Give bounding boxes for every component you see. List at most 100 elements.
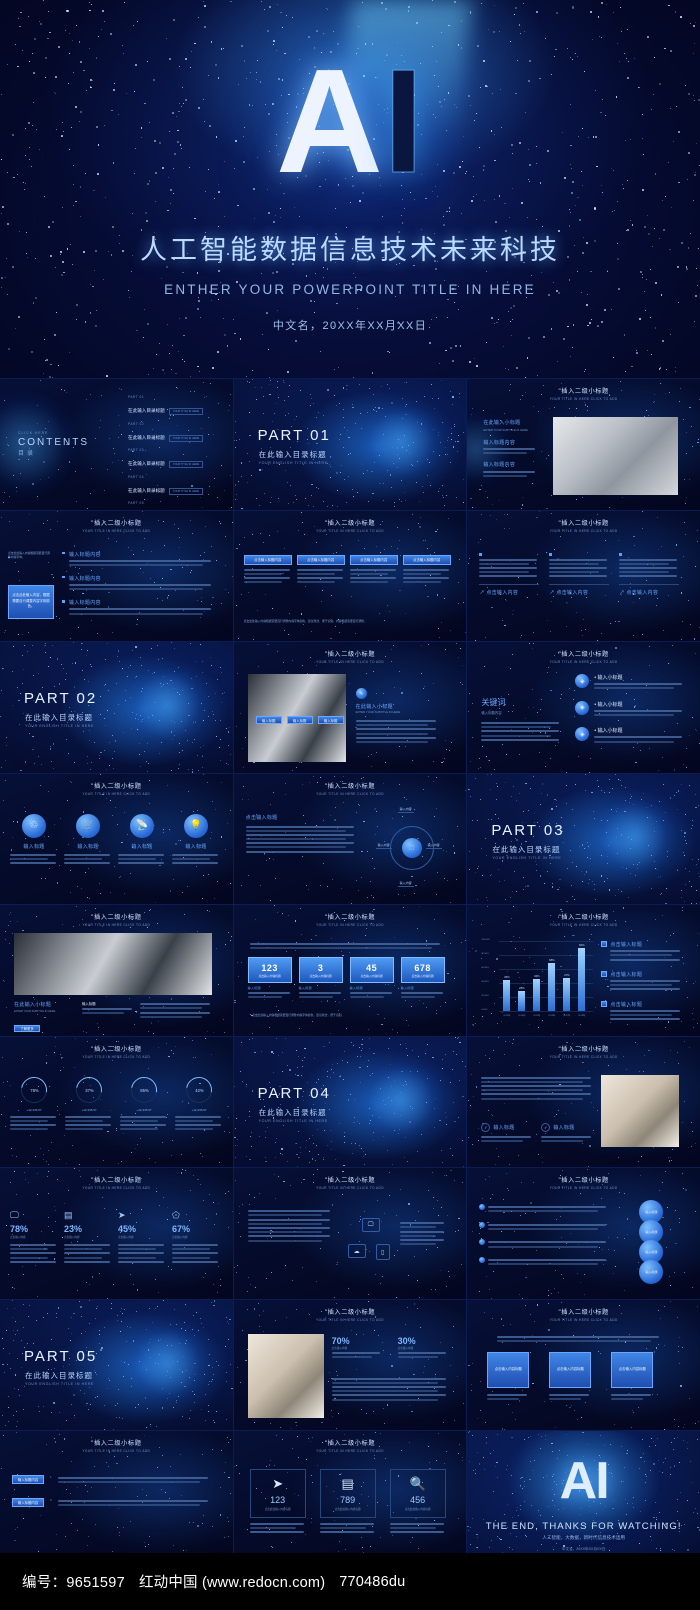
column-link[interactable]: ↗ 点击输入内容 <box>479 589 539 596</box>
slide-heading: "插入二级小标题 YOUR TITLE IN HERE CLICK TO ADD <box>0 518 233 533</box>
note-title: 点击输入标题 <box>610 1001 643 1008</box>
toc-item-4[interactable]: PART 04 在此输入目录标题 YOUR TITLE IN HERE <box>128 475 213 497</box>
icon-stat-box[interactable]: ▤ 789 点击此处输入内容标题 <box>319 1469 376 1518</box>
shopping-icon[interactable]: 🛒 <box>76 813 100 838</box>
chip-label[interactable]: 点击输入标题内容 <box>243 554 292 565</box>
stat-col-4: 678 点击输入内容标题 输入标题 <box>400 957 445 1001</box>
diagram-node-4[interactable]: 输入内容 <box>425 842 442 849</box>
slide-thumb-four-chips[interactable]: "插入二级小标题 YOUR TITLE IN HERE CLICK TO ADD 点… <box>233 510 467 641</box>
toc-item-1[interactable]: PART 01 在此输入目录标题 YOUR TITLE IN HERE <box>128 395 213 417</box>
stat-label: 输入标题 <box>349 986 363 990</box>
slide-heading-title: "插入二级小标题 <box>324 1308 376 1316</box>
diagram-node-2[interactable]: 输入内容 <box>397 880 414 887</box>
diagram-area: 🖵 ☁ ▯ <box>344 1216 448 1272</box>
slide-heading-subtitle: YOUR TITLE IN HERE CLICK TO ADD <box>316 660 384 664</box>
column-link[interactable]: ↗ 点击输入内容 <box>549 589 609 596</box>
slide-thumb-photo-tablet[interactable]: "插入二级小标题 YOUR TITLE IN HERE CLICK TO ADD 在… <box>467 379 700 510</box>
card-box[interactable]: 点击输入内容标题 <box>487 1351 530 1388</box>
slide-heading-subtitle: YOUR TITLE IN HERE CLICK TO ADD <box>549 1054 618 1059</box>
chip-label[interactable]: 点击输入标题内容 <box>349 554 398 565</box>
icon-stat-box[interactable]: ➤ 123 点击此处输入内容标题 <box>249 1469 306 1518</box>
part-number: PART 01 <box>257 427 331 444</box>
donut-col-3: 85% +12,345.67 <box>120 1071 168 1133</box>
slide-heading: "插入二级小标题 YOUR TITLE IN HERE CLICK TO ADD <box>0 1175 233 1190</box>
slide-thumb-tag-list[interactable]: "插入二级小标题 YOUR TITLE IN HERE CLICK TO ADD 输… <box>0 1431 233 1562</box>
slide-thumb-donuts-4[interactable]: "插入二级小标题 YOUR TITLE IN HERE CLICK TO ADD 7… <box>0 1036 233 1167</box>
slide-thumb-pct-icons[interactable]: "插入二级小标题 YOUR TITLE IN HERE CLICK TO ADD 🖵… <box>0 1168 233 1299</box>
column-link[interactable]: ↗ 点击输入内容 <box>619 589 679 596</box>
recycle-icon[interactable]: ♲ <box>22 813 46 838</box>
diagram-area: ⬚ 输入内容 输入内容 输入内容 输入内容 <box>375 804 450 894</box>
pct-value: 78% <box>10 1224 29 1234</box>
slide-heading: "插入二级小标题 YOUR TITLE IN HERE CLICK TO ADD <box>0 1044 233 1059</box>
diagram-node-1[interactable]: 输入内容 <box>397 806 414 813</box>
photo-caption: 在此输入小标题 ENTER YOUR SUBTITLE IN HERE <box>14 1001 76 1013</box>
cloud-icon[interactable]: ☁ <box>347 1244 366 1258</box>
bubble-4[interactable]: 输入标题 <box>639 1260 664 1284</box>
slide-thumb-part01[interactable]: PART 01 在此输入目录标题 YOUR ENGLISH TITLE IN HER… <box>233 379 467 510</box>
slide-heading-subtitle: YOUR TITLE IN HERE CLICK TO ADD <box>316 1186 384 1190</box>
cover-subtitle: ENTHER YOUR POWERPOINT TITLE IN HERE <box>164 282 536 297</box>
toc-item-5[interactable]: PART 05在此输入目录标题YOUR TITLE IN HERE <box>128 501 213 509</box>
chip-label[interactable]: 点击输入标题内容 <box>402 554 451 565</box>
diagram-center-node[interactable]: ⬚ <box>401 837 422 858</box>
slide-thumb-three-cards[interactable]: "插入二级小标题 YOUR TITLE IN HERE CLICK TO ADD 点… <box>467 1299 700 1430</box>
card-box[interactable]: 点击输入内容标题 <box>611 1351 654 1388</box>
slide-thumb-bullets-left[interactable]: "插入二级小标题 YOUR TITLE IN HERE CLICK TO ADD 点… <box>0 510 233 641</box>
slide-thumb-content[interactable]: CLICK HERE CONTENTS 目录 PART 01 在此输入目录标题 YOUR … <box>0 379 233 510</box>
slide-heading-title: "插入二级小标题 <box>91 519 142 527</box>
stat-box[interactable]: 123 点击输入内容标题 <box>247 957 292 983</box>
slide-thumb-cloud-diagram[interactable]: "插入二级小标题 YOUR TITLE IN HERE CLICK TO ADD 🖵… <box>233 1168 467 1299</box>
toc-item-3[interactable]: PART 03 在此输入目录标题 YOUR TITLE IN HERE <box>128 448 213 470</box>
slide-thumb-end[interactable]: AI THE END, THANKS FOR WATCHING! 人工智能，大数据，… <box>467 1431 700 1562</box>
row-tag[interactable]: 输入标题内容 <box>12 1497 44 1507</box>
part-title-en: YOUR ENGLISH TITLE IN HERE <box>25 724 95 728</box>
diagram-node-3[interactable]: 输入内容 <box>375 842 392 849</box>
pct-value: 45% <box>118 1224 137 1234</box>
slide-thumb-part02[interactable]: PART 02 在此输入目录标题 YOUR ENGLISH TITLE IN HER… <box>0 642 233 773</box>
stat-box[interactable]: 678 点击输入内容标题 <box>400 957 445 983</box>
photo-tag-3[interactable]: 输入标题 <box>317 716 344 724</box>
slide-thumb-photo-arch[interactable]: "插入二级小标题 YOUR TITLE IN HERE CLICK TO ADD 在… <box>0 905 233 1036</box>
end-title: THE END, THANKS FOR WATCHING! <box>485 1521 682 1532</box>
icon-stat-box[interactable]: 🔍 456 点击此处输入内容标题 <box>389 1469 446 1518</box>
slide-thumb-stats-4[interactable]: "插入二级小标题 YOUR TITLE IN HERE CLICK TO ADD 1… <box>233 905 467 1036</box>
bulb-icon[interactable]: 💡 <box>184 813 208 838</box>
icon-stat-caption: 点击此处输入内容标题 <box>264 1508 291 1511</box>
device-icon[interactable]: ▯ <box>375 1244 390 1260</box>
slide-thumb-center-diagram[interactable]: "插入二级小标题 YOUR TITLE IN HERE CLICK TO ADD 点… <box>233 773 467 904</box>
slide-thumb-part03[interactable]: PART 03 在此输入目录标题 YOUR ENGLISH TITLE IN HER… <box>467 773 700 904</box>
slide-thumb-photo-monitor[interactable]: "插入二级小标题 YOUR TITLE IN HERE CLICK TO ADD ✓… <box>467 1036 700 1167</box>
slide-thumb-bar-chart[interactable]: "插入二级小标题 YOUR TITLE IN HERE CLICK TO ADD 1… <box>467 905 700 1036</box>
chart-note-3: 点击输入标题 <box>601 1000 681 1023</box>
slide-thumb-icon-stats-3[interactable]: "插入二级小标题 YOUR TITLE IN HERE CLICK TO ADD ➤… <box>233 1431 467 1562</box>
card-box[interactable]: 点击输入内容标题 <box>549 1351 592 1388</box>
slide-thumb-three-col[interactable]: "插入二级小标题 YOUR TITLE IN HERE CLICK TO ADD ↗… <box>467 510 700 641</box>
slide-thumb-bubbles[interactable]: "插入二级小标题 YOUR TITLE IN HERE CLICK TO ADD 输… <box>467 1168 700 1299</box>
slide-thumb-keywords[interactable]: "插入二级小标题 YOUR TITLE IN HERE CLICK TO ADD 关… <box>467 642 700 773</box>
circle-label: 输入标题 <box>23 843 45 850</box>
slide-thumb-four-circles[interactable]: "插入二级小标题 YOUR TITLE IN HERE CLICK TO ADD ♲… <box>0 773 233 904</box>
satellite-icon[interactable]: 📡 <box>130 813 154 838</box>
row-tag[interactable]: 输入标题内容 <box>12 1475 44 1484</box>
slide-thumb-part05[interactable]: PART 05 在此输入目录标题 YOUR ENGLISH TITLE IN HER… <box>0 1299 233 1430</box>
slide-thumb-pct-70-30[interactable]: "插入二级小标题 YOUR TITLE IN HERE CLICK TO ADD 7… <box>233 1299 467 1430</box>
icon-stat-number: 123 <box>270 1495 286 1505</box>
stat-box[interactable]: 45 点击输入内容标题 <box>349 957 394 983</box>
slide-thumb-part04[interactable]: PART 04 在此输入目录标题 YOUR ENGLISH TITLE IN HER… <box>233 1036 467 1167</box>
lead-title-cn: 在此输入小标题 <box>355 704 393 710</box>
bullet-marker <box>62 551 65 554</box>
slide-thumb-photo-phone[interactable]: "插入二级小标题 YOUR TITLE IN HERE CLICK TO ADD ✎… <box>233 642 467 773</box>
chat-icon: ✎ <box>355 688 367 699</box>
slide-heading-title: "插入二级小标题 <box>558 1177 609 1184</box>
monitor-icon[interactable]: 🖵 <box>361 1218 380 1232</box>
stat-box[interactable]: 3 点击输入内容标题 <box>298 957 343 983</box>
photo-tag-1[interactable]: 输入标题 <box>255 716 282 724</box>
photo-tag-2[interactable]: 输入标题 <box>286 716 313 724</box>
bar-2: 28% <box>518 986 526 1011</box>
toc-item-2[interactable]: PART 02 在此输入目录标题 YOUR TITLE IN HERE <box>128 422 213 444</box>
row-bullet-icon <box>479 1221 486 1228</box>
stat-row: 123 点击输入内容标题 输入标题 3 点击输入内容标题 输入标题 45 点击输入内容标题 输入… <box>247 957 445 1001</box>
learn-more-button[interactable]: 了解更多 <box>14 1025 40 1032</box>
chip-label[interactable]: 点击输入标题内容 <box>296 554 345 565</box>
